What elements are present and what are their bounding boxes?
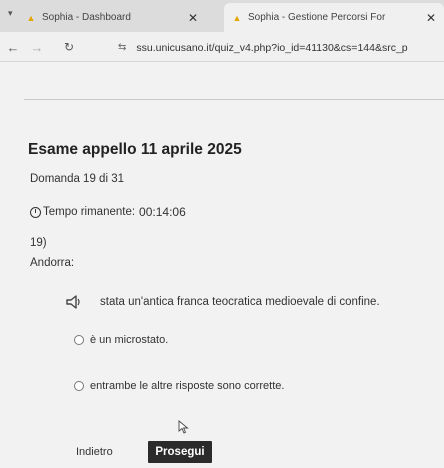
clock-icon (30, 206, 41, 218)
tab-dashboard[interactable]: ▲ Sophia - Dashboard ✕ (26, 3, 222, 32)
mouse-cursor-icon (178, 420, 189, 434)
next-button[interactable]: Prosegui (148, 441, 212, 463)
question-number: 19) (30, 237, 47, 249)
speaker-icon[interactable] (64, 292, 84, 312)
tab-gestione-percorsi[interactable]: ▲ Sophia - Gestione Percorsi For ✕ (224, 3, 444, 32)
timer-value: 00:14:06 (139, 205, 186, 219)
site-settings-icon[interactable]: ⇆ (118, 42, 126, 53)
timer: Tempo rimanente: 00:14:06 (30, 205, 186, 219)
browser-tabbar: ▾ ▲ Sophia - Dashboard ✕ ▲ Sophia - Gest… (0, 0, 444, 32)
question-counter: Domanda 19 di 31 (30, 173, 124, 185)
close-tab-icon[interactable]: ✕ (424, 11, 438, 25)
warning-favicon-icon: ▲ (26, 12, 36, 23)
answer-option-2[interactable]: è un microstato. (74, 334, 168, 346)
answer-option-1[interactable]: stata un'antica franca teocratica medioe… (100, 296, 380, 308)
back-button[interactable]: Indietro (76, 442, 113, 462)
answer-option-3[interactable]: entrambe le altre risposte sono corrette… (74, 380, 284, 392)
radio-button[interactable] (74, 381, 84, 391)
close-tab-icon[interactable]: ✕ (186, 11, 200, 25)
exam-title: Esame appello 11 aprile 2025 (28, 141, 242, 158)
timer-label: Tempo rimanente: (43, 206, 136, 218)
tab-title: Sophia - Gestione Percorsi For (248, 12, 386, 23)
address-bar[interactable]: ⇆ ssu.unicusano.it/quiz_v4.php?io_id=411… (96, 37, 444, 58)
warning-favicon-icon: ▲ (232, 12, 242, 23)
browser-navbar: ← → ↻ ⇆ ssu.unicusano.it/quiz_v4.php?io_… (0, 32, 444, 62)
question-stem: Andorra: (30, 257, 75, 269)
tab-list-dropdown-icon[interactable]: ▾ (8, 8, 13, 19)
header-divider (24, 99, 444, 100)
reload-icon[interactable]: ↻ (60, 38, 78, 56)
forward-arrow-icon[interactable]: → (28, 38, 46, 56)
back-arrow-icon[interactable]: ← (4, 38, 22, 56)
radio-button[interactable] (74, 335, 84, 345)
option-label: è un microstato. (90, 334, 169, 346)
url-text: ssu.unicusano.it/quiz_v4.php?io_id=41130… (136, 41, 408, 54)
option-label: entrambe le altre risposte sono corrette… (90, 380, 285, 392)
